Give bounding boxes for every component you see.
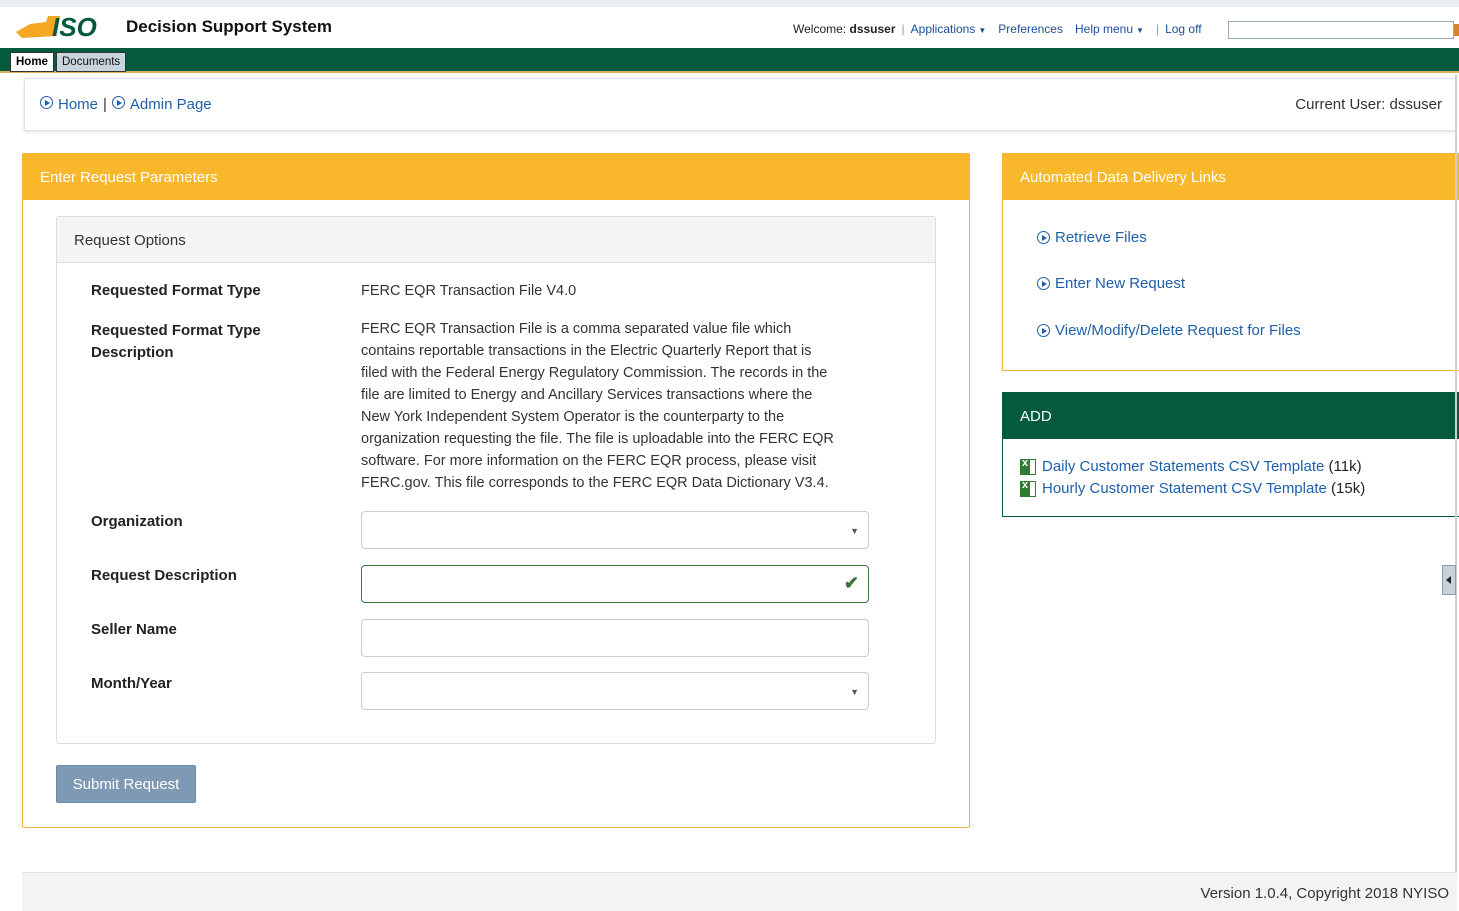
format-desc-label: Requested Format Type Description [91, 322, 261, 361]
add-panel-title: ADD [1003, 393, 1459, 439]
request-description-label: Request Description [91, 567, 237, 584]
circle-arrow-icon [1037, 277, 1050, 290]
checkmark-icon: ✔ [843, 573, 859, 593]
tab-strip [0, 48, 1459, 73]
seller-name-label: Seller Name [91, 621, 177, 638]
excel-file-icon [1020, 479, 1036, 497]
breadcrumb: Home | Admin Page [40, 96, 212, 113]
circle-arrow-icon [1037, 324, 1050, 337]
breadcrumb-panel [24, 78, 1456, 131]
chevron-down-icon: ▼ [1136, 26, 1144, 35]
format-type-label: Requested Format Type [91, 282, 261, 299]
logoff-link[interactable]: Log off [1165, 22, 1201, 36]
retrieve-files-link[interactable]: Retrieve Files [1037, 229, 1147, 246]
tab-documents[interactable]: Documents [56, 52, 127, 72]
circle-arrow-icon [111, 96, 125, 109]
circle-arrow-icon [1037, 231, 1050, 244]
nyiso-logo: ISO [16, 12, 97, 42]
format-type-value: FERC EQR Transaction File V4.0 [361, 283, 577, 299]
add-panel: ADD [1002, 392, 1459, 517]
footer-version: Version 1.0.4, Copyright 2018 NYISO [1200, 885, 1449, 902]
request-description-input[interactable]: ✔ [361, 565, 869, 603]
help-menu[interactable]: Help menu ▼ [1075, 22, 1144, 36]
organization-select[interactable]: ▼ [361, 511, 869, 549]
submit-request-button[interactable]: Submit Request [56, 765, 196, 803]
global-search-input[interactable] [1228, 21, 1454, 39]
search-button-edge[interactable] [1454, 24, 1459, 36]
request-panel-title: Enter Request Parameters [23, 154, 969, 200]
month-year-label: Month/Year [91, 675, 172, 692]
file-link-hourly[interactable]: Hourly Customer Statement CSV Template (… [1020, 479, 1365, 497]
tab-home[interactable]: Home [10, 52, 54, 72]
collapse-sidebar-toggle[interactable] [1442, 565, 1456, 595]
file-link-daily[interactable]: Daily Customer Statements CSV Template (… [1020, 457, 1362, 475]
preferences-link[interactable]: Preferences [998, 22, 1063, 36]
welcome-username: dssuser [849, 22, 896, 36]
organization-label: Organization [91, 513, 183, 530]
excel-file-icon [1020, 457, 1036, 475]
welcome-label: Welcome: [793, 22, 847, 36]
automated-links-title: Automated Data Delivery Links [1003, 154, 1459, 200]
svg-text:ISO: ISO [52, 12, 97, 42]
applications-menu[interactable]: Applications ▼ [911, 22, 987, 36]
current-user: Current User: dssuser [1295, 96, 1442, 113]
seller-name-input[interactable] [361, 619, 869, 657]
app-title: Decision Support System [126, 17, 332, 36]
caret-down-icon: ▼ [850, 526, 859, 536]
breadcrumb-admin[interactable]: Admin Page [111, 96, 212, 113]
caret-down-icon: ▼ [850, 687, 859, 697]
chevron-down-icon: ▼ [978, 26, 987, 35]
month-year-select[interactable]: ▼ [361, 672, 869, 710]
user-menu-bar: Welcome: dssuser | Applications ▼ Prefere… [793, 22, 1202, 36]
circle-arrow-icon [40, 96, 53, 109]
enter-new-request-link[interactable]: Enter New Request [1037, 275, 1185, 292]
breadcrumb-home[interactable]: Home [40, 96, 98, 113]
right-border [1455, 75, 1457, 911]
format-desc-value: FERC EQR Transaction File is a comma sep… [361, 321, 834, 491]
view-modify-delete-link[interactable]: View/Modify/Delete Request for Files [1037, 322, 1301, 339]
request-options-title: Request Options [57, 217, 935, 263]
